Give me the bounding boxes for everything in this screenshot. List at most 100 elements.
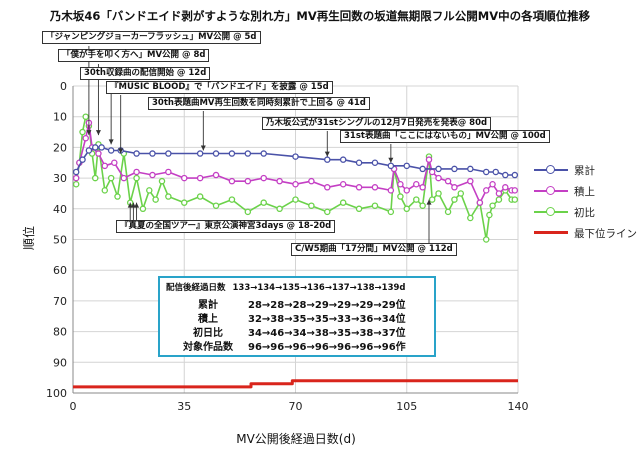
stats-row-label: 初日比	[193, 328, 223, 339]
data-point	[502, 171, 509, 179]
data-point	[276, 177, 283, 185]
y-tick-label: 90	[53, 356, 67, 369]
legend-item: 累計	[532, 163, 640, 177]
data-point	[371, 202, 379, 209]
annotation-80d: 乃木坂公式が31stシングルの12月7日発売を発表@ 80d	[262, 117, 492, 130]
x-tick-label: 0	[70, 400, 77, 413]
data-point	[419, 184, 426, 191]
x-tick-label: 105	[396, 400, 417, 413]
data-point	[82, 113, 89, 120]
x-tick-label: 70	[289, 400, 303, 413]
y-tick-label: 70	[53, 295, 67, 308]
annotation-18-20d: 『真夏の全国ツアー』東京公演神宮3days @ 18-20d	[116, 220, 336, 233]
data-point	[196, 150, 204, 157]
data-point	[403, 205, 410, 213]
legend-label: 初比	[574, 207, 595, 219]
data-point	[133, 150, 140, 157]
data-point	[355, 184, 363, 191]
data-point	[413, 180, 420, 188]
stats-header-label: 配信後経過日数	[166, 283, 226, 293]
data-point	[308, 177, 315, 185]
data-point	[149, 171, 156, 179]
y-tick-label: 20	[53, 141, 67, 154]
data-point	[244, 150, 252, 157]
data-point	[324, 156, 331, 163]
stats-header-values: 133→134→135→136→137→138→139d	[232, 283, 406, 293]
data-point	[244, 177, 252, 185]
data-point	[72, 180, 80, 188]
data-point	[502, 184, 509, 191]
legend-label: 最下位ライン	[574, 228, 637, 240]
data-point	[467, 214, 474, 222]
data-point	[339, 156, 347, 163]
data-point	[101, 187, 109, 194]
data-point	[72, 174, 80, 182]
x-tick-label: 140	[508, 400, 529, 413]
data-point	[308, 202, 315, 209]
data-point	[435, 190, 442, 197]
data-point	[260, 199, 267, 206]
data-point	[292, 196, 299, 203]
data-point	[152, 196, 159, 203]
data-point	[492, 168, 499, 176]
data-point	[371, 159, 379, 166]
data-point	[451, 184, 458, 191]
data-point	[228, 196, 236, 203]
data-point	[387, 187, 395, 194]
y-tick-label: 40	[53, 203, 67, 216]
data-point	[165, 150, 172, 157]
data-point	[355, 159, 363, 166]
data-point	[85, 147, 93, 154]
data-point	[79, 128, 86, 136]
data-point	[489, 202, 496, 209]
data-point	[292, 180, 299, 188]
data-point	[413, 196, 420, 203]
data-point	[489, 180, 496, 188]
data-point	[371, 184, 379, 191]
data-point	[495, 196, 503, 203]
data-point	[428, 168, 436, 176]
data-point	[451, 196, 458, 203]
legend-marker-icon	[546, 207, 555, 216]
data-point	[212, 202, 220, 209]
data-point	[467, 177, 474, 185]
data-point	[444, 208, 452, 216]
data-point	[180, 199, 188, 206]
data-point	[165, 168, 172, 176]
data-point	[107, 147, 115, 154]
annotation-8d: 「僕が手を叩く方へ」MV公開 @ 8d	[58, 49, 210, 62]
legend-item: 初比	[532, 205, 640, 219]
annotation-112d: C/W5期曲「17分間」MV公開 @ 112d	[291, 243, 457, 256]
annotation-41d: 30th表題曲MV再生回数を同時刻累計で上回る @ 41d	[148, 97, 370, 110]
y-tick-label: 100	[46, 387, 67, 400]
annotation-15d: 『MUSIC BLOOD』で「バンドエイド」を披露 @ 15d	[106, 81, 333, 94]
data-point	[292, 153, 299, 160]
data-point	[133, 174, 140, 182]
stats-row-label: 対象作品数	[183, 342, 233, 353]
data-point	[228, 177, 236, 185]
y-tick-label: 80	[53, 326, 67, 339]
data-point	[120, 174, 128, 182]
data-point	[133, 168, 140, 176]
data-point	[355, 205, 363, 213]
legend-marker-icon	[546, 186, 555, 195]
data-point	[495, 190, 503, 197]
data-point	[425, 156, 433, 163]
data-point	[482, 236, 490, 243]
data-point	[435, 174, 442, 182]
x-axis-label: MV公開後経過日数(d)	[236, 431, 356, 446]
data-point	[419, 202, 426, 209]
data-point	[387, 208, 395, 216]
stats-row-label: 累計	[198, 300, 218, 311]
annotation-12d: 30th収録曲の配信開始 @ 12d	[80, 67, 211, 80]
data-point	[403, 162, 410, 170]
x-tick-label: 35	[177, 400, 191, 413]
stats-row-label: 積上	[198, 314, 218, 325]
data-point	[149, 150, 156, 157]
data-point	[428, 196, 436, 203]
data-point	[511, 187, 519, 194]
legend-swatch	[534, 231, 568, 234]
data-point	[212, 171, 220, 179]
data-point	[165, 193, 172, 200]
data-point	[324, 184, 331, 191]
